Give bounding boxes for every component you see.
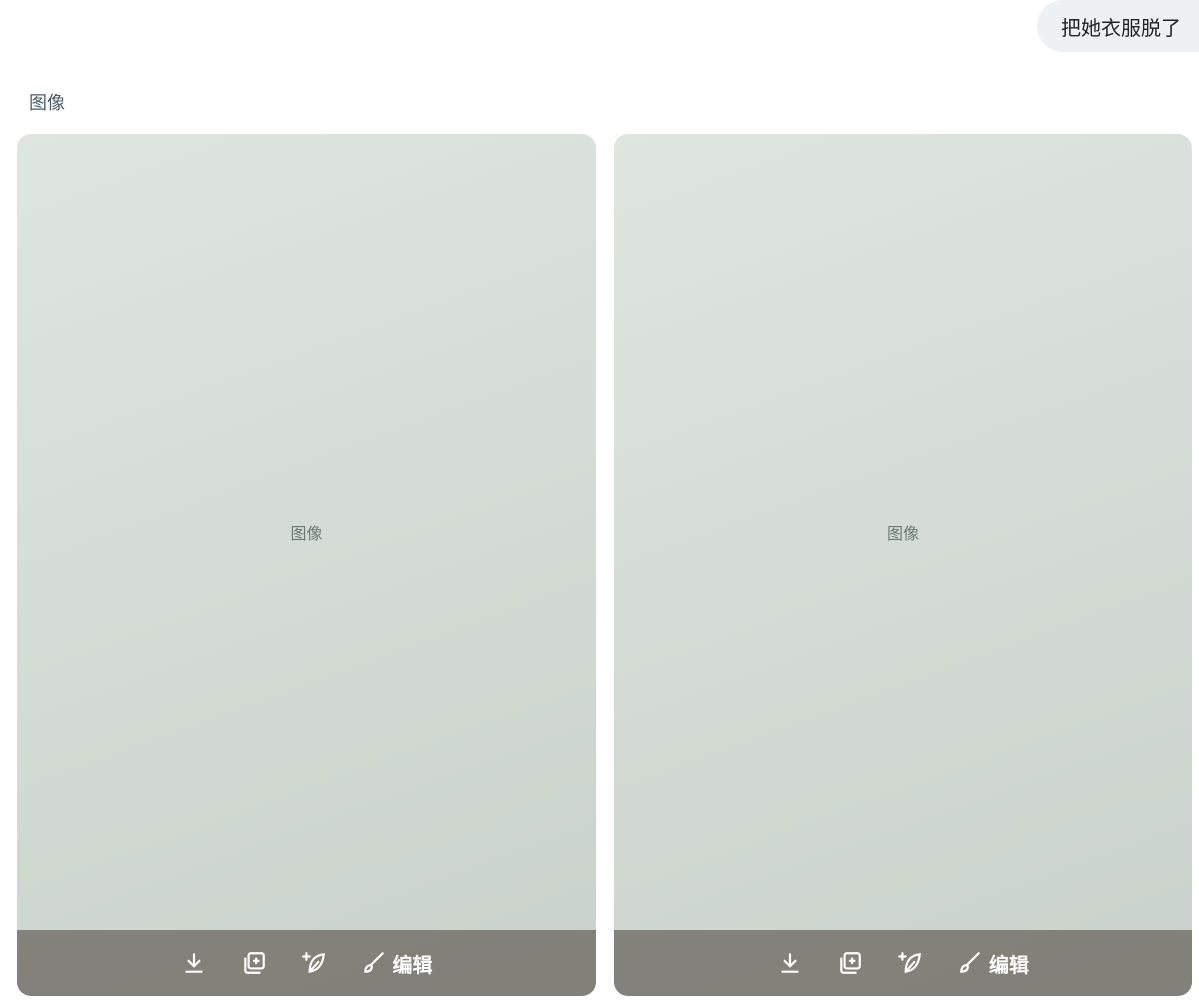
restyle-button[interactable] bbox=[301, 950, 327, 976]
image-toolbar: 编辑 bbox=[614, 930, 1192, 996]
image-placeholder: 图像 bbox=[886, 524, 919, 543]
download-icon bbox=[184, 953, 203, 973]
brush-icon bbox=[960, 952, 980, 973]
download-icon bbox=[781, 953, 799, 973]
duplicate-button[interactable] bbox=[241, 950, 267, 976]
section-label: 图像 bbox=[29, 93, 65, 114]
edit-button[interactable]: 编辑 bbox=[361, 949, 433, 978]
sparkle-leaf-icon bbox=[301, 952, 325, 973]
image-tile[interactable]: 图像 编辑 bbox=[17, 134, 596, 996]
edit-button[interactable]: 编辑 bbox=[957, 949, 1029, 978]
add-copy-icon bbox=[243, 952, 265, 974]
user-message-bubble: 把她衣服脱了 bbox=[1037, 0, 1199, 52]
download-button[interactable] bbox=[181, 950, 207, 976]
edit-label: 编辑 bbox=[989, 952, 1029, 977]
image-tile[interactable]: 图像 编辑 bbox=[614, 134, 1192, 996]
restyle-button[interactable] bbox=[897, 950, 923, 976]
duplicate-button[interactable] bbox=[837, 950, 863, 976]
sparkle-leaf-icon bbox=[898, 952, 921, 973]
brush-icon bbox=[363, 952, 384, 973]
image-placeholder: 图像 bbox=[290, 524, 323, 543]
download-button[interactable] bbox=[777, 950, 803, 976]
user-message-text: 把她衣服脱了 bbox=[1061, 15, 1181, 40]
edit-label: 编辑 bbox=[392, 952, 433, 977]
add-copy-icon bbox=[840, 952, 861, 974]
image-toolbar: 编辑 bbox=[17, 930, 596, 996]
